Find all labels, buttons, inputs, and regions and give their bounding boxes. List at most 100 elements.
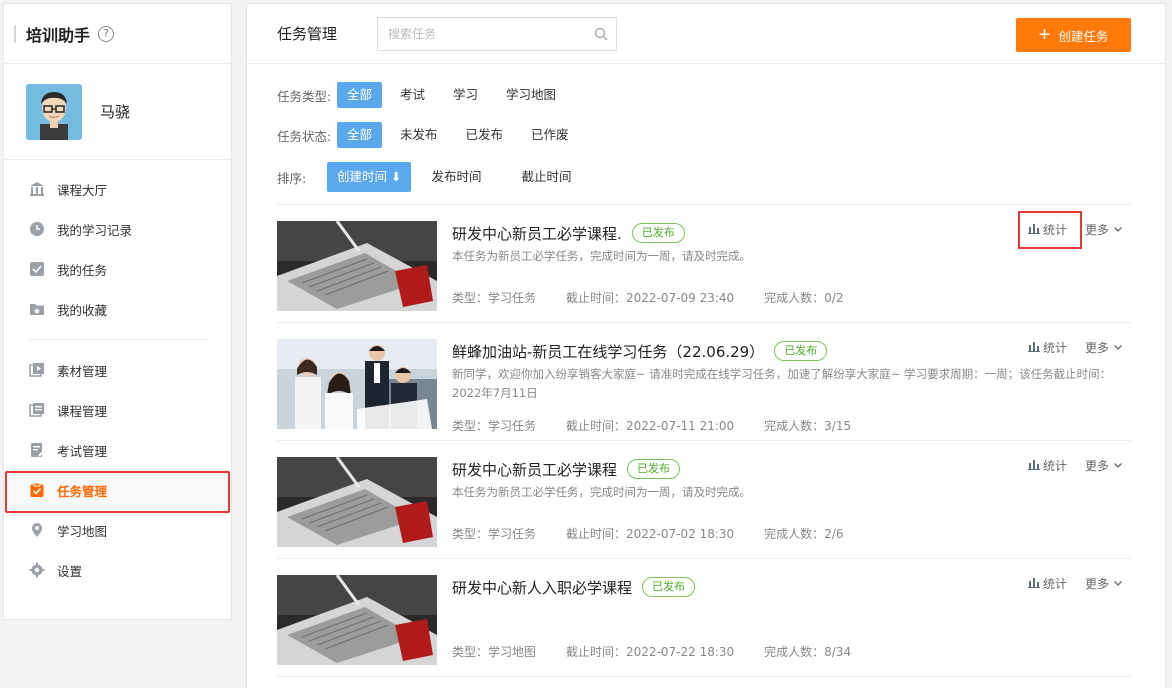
- sidebar-item-course-hall[interactable]: 课程大厅: [4, 169, 231, 209]
- app-title: 培训助手: [26, 25, 91, 45]
- sort-create-time[interactable]: 创建时间 ⬇: [327, 162, 412, 192]
- stat-button[interactable]: 统计: [1027, 457, 1067, 474]
- sidebar: 培训助手 ? 马骁 课程大厅 我的学习记录 我的任务 我的收藏 素材管理 课程管…: [3, 3, 232, 620]
- bank-icon: [28, 180, 46, 198]
- sidebar-item-materials[interactable]: 素材管理: [4, 350, 231, 390]
- sidebar-item-label: 任务管理: [57, 483, 108, 499]
- bar-chart-icon: [1027, 222, 1040, 237]
- more-dropdown[interactable]: 更多: [1085, 575, 1123, 592]
- task-description: 本任务为新员工必学任务，完成时间为一周，请及时完成。: [452, 485, 751, 499]
- search-box: [377, 17, 617, 51]
- task-type: 类型：学习任务: [452, 291, 537, 305]
- stat-button[interactable]: 统计: [1017, 211, 1082, 249]
- main-panel: 任务管理 + 创建任务 任务类型: 全部 考试 学习 学习地图 任务状态: 全部…: [246, 3, 1166, 688]
- task-thumbnail[interactable]: [277, 575, 437, 665]
- plus-icon: +: [1038, 24, 1051, 46]
- task-list: 研发中心新员工必学课程. 已发布 本任务为新员工必学任务，完成时间为一周，请及时完成…: [277, 204, 1131, 677]
- task-row[interactable]: 研发中心新员工必学课程. 已发布本任务为新员工必学任务，完成时间为一周，请及时完成…: [277, 205, 1131, 323]
- sidebar-item-study-record[interactable]: 我的学习记录: [4, 209, 231, 249]
- sidebar-item-my-tasks[interactable]: 我的任务: [4, 249, 231, 289]
- create-task-button[interactable]: + 创建任务: [1016, 18, 1131, 52]
- exam-icon: [28, 441, 46, 459]
- task-deadline: 截止时间：2022-07-09 23:40: [566, 291, 735, 305]
- sidebar-item-label: 课程大厅: [57, 182, 108, 198]
- task-completion: 完成人数：0/2: [764, 291, 844, 305]
- status-chip-all[interactable]: 全部: [337, 122, 383, 148]
- star-folder-icon: [28, 300, 46, 318]
- task-description: 本任务为新员工必学任务，完成时间为一周，请及时完成。: [452, 249, 751, 263]
- map-pin-icon: [28, 521, 46, 539]
- gear-icon: [28, 561, 46, 579]
- task-name[interactable]: 鲜蜂加油站-新员工在线学习任务（22.06.29）: [452, 341, 764, 362]
- type-chip-map[interactable]: 学习地图: [496, 82, 566, 108]
- task-name[interactable]: 研发中心新员工必学课程: [452, 459, 617, 480]
- chevron-down-icon: [1113, 223, 1123, 237]
- sidebar-item-settings[interactable]: 设置: [4, 550, 231, 590]
- type-chip-all[interactable]: 全部: [337, 82, 383, 108]
- sidebar-item-label: 我的收藏: [57, 302, 108, 318]
- more-dropdown[interactable]: 更多: [1085, 339, 1123, 356]
- sort-row: 排序: 创建时间 ⬇ 发布时间 截止时间: [247, 162, 1165, 192]
- task-completion: 完成人数：8/34: [764, 645, 852, 659]
- sidebar-item-exam-manage[interactable]: 考试管理: [4, 430, 231, 470]
- sort-deadline[interactable]: 截止时间: [511, 164, 581, 190]
- task-row[interactable]: 研发中心新人入职必学课程 已发布 类型：学习地图 截止时间：2022-07-22 18…: [277, 559, 1131, 677]
- sidebar-item-task-manage[interactable]: 任务管理: [4, 470, 231, 513]
- avatar[interactable]: [26, 83, 82, 140]
- stat-label: 统计: [1042, 577, 1067, 591]
- task-meta: 类型：学习地图 截止时间：2022-07-22 18:30 完成人数：8/34: [452, 643, 881, 660]
- task-thumbnail[interactable]: [277, 339, 437, 429]
- sort-label: 排序:: [277, 170, 307, 186]
- more-label: 更多: [1084, 459, 1109, 473]
- task-actions: 统计 更多: [1027, 575, 1123, 592]
- course-icon: [28, 401, 46, 419]
- status-chip-void[interactable]: 已作废: [521, 122, 579, 148]
- type-chip-exam[interactable]: 考试: [390, 82, 435, 108]
- more-dropdown[interactable]: 更多: [1085, 221, 1123, 238]
- brand-bar: [14, 24, 16, 43]
- menu-divider: [28, 339, 207, 340]
- task-actions: 统计 更多: [1027, 457, 1123, 474]
- bar-chart-icon: [1027, 340, 1040, 355]
- status-chip-published[interactable]: 已发布: [456, 122, 514, 148]
- task-description: 新同学，欢迎你加入纷享销客大家庭~ 请准时完成在线学习任务，加速了解纷享大家庭~…: [452, 367, 1112, 400]
- user-name: 马骁: [100, 103, 131, 121]
- help-icon[interactable]: ?: [98, 25, 115, 42]
- task-meta: 类型：学习任务 截止时间：2022-07-11 21:00 完成人数：3/15: [452, 417, 881, 434]
- type-filter-row: 任务类型: 全部 考试 学习 学习地图: [277, 82, 1135, 108]
- brand: 培训助手 ?: [4, 4, 231, 64]
- sidebar-item-label: 考试管理: [57, 443, 108, 459]
- status-badge: 已发布: [627, 459, 681, 479]
- task-name[interactable]: 研发中心新人入职必学课程: [452, 577, 632, 598]
- stat-button[interactable]: 统计: [1027, 575, 1067, 592]
- sidebar-item-label: 学习地图: [57, 523, 108, 539]
- search-input[interactable]: [378, 27, 586, 41]
- sort-publish-time[interactable]: 发布时间: [421, 164, 491, 190]
- stat-label: 统计: [1042, 223, 1067, 237]
- task-row[interactable]: 鲜蜂加油站-新员工在线学习任务（22.06.29） 已发布新同学，欢迎你加入纷享销…: [277, 323, 1131, 441]
- task-deadline: 截止时间：2022-07-22 18:30: [566, 645, 735, 659]
- task-actions: 统计 更多: [1027, 339, 1123, 356]
- more-label: 更多: [1084, 223, 1109, 237]
- task-type: 类型：学习地图: [452, 645, 537, 659]
- type-filter-label: 任务类型:: [277, 88, 332, 104]
- status-badge: 已发布: [631, 223, 685, 243]
- task-actions: 统计 更多: [1017, 211, 1123, 249]
- sidebar-item-favorites[interactable]: 我的收藏: [4, 289, 231, 329]
- search-icon[interactable]: [586, 27, 616, 41]
- task-row[interactable]: 研发中心新员工必学课程 已发布本任务为新员工必学任务，完成时间为一周，请及时完成。…: [277, 441, 1131, 559]
- sidebar-item-course-manage[interactable]: 课程管理: [4, 390, 231, 430]
- task-thumbnail[interactable]: [277, 457, 437, 547]
- status-badge: 已发布: [774, 341, 828, 361]
- sidebar-item-label: 素材管理: [57, 363, 108, 379]
- status-chip-unpublished[interactable]: 未发布: [390, 122, 448, 148]
- task-name[interactable]: 研发中心新员工必学课程.: [452, 223, 622, 244]
- chevron-down-icon: [1113, 577, 1123, 591]
- stat-button[interactable]: 统计: [1027, 339, 1067, 356]
- task-thumbnail[interactable]: [277, 221, 437, 311]
- task-type: 类型：学习任务: [452, 419, 537, 433]
- type-chip-study[interactable]: 学习: [443, 82, 488, 108]
- sidebar-item-learning-map[interactable]: 学习地图: [4, 510, 231, 550]
- filters: 任务类型: 全部 考试 学习 学习地图 任务状态: 全部 未发布 已发布 已作废: [247, 64, 1165, 148]
- more-dropdown[interactable]: 更多: [1085, 457, 1123, 474]
